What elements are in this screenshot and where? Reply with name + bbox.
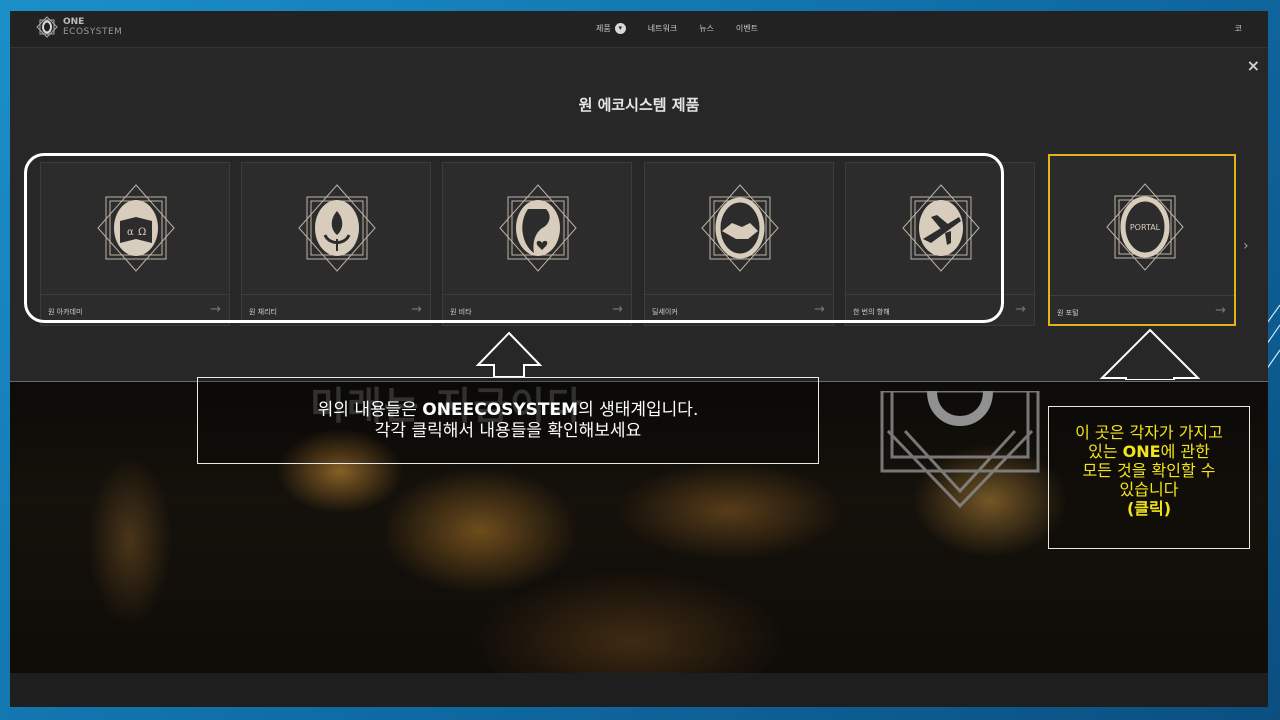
- callout-bold-text: ONE: [1122, 442, 1161, 461]
- callout-line: (클릭): [1126, 499, 1172, 518]
- product-card-one-portal[interactable]: PORTAL 원 포털 →: [1048, 154, 1236, 326]
- arrow-right-icon: →: [1215, 303, 1226, 318]
- brand-name: ONE: [63, 17, 85, 27]
- nav-item-events[interactable]: 이벤트: [736, 23, 758, 34]
- callout-text: 있는: [1088, 442, 1123, 461]
- callout-text: 에 관한: [1160, 442, 1210, 461]
- callout-line: 있습니다: [1119, 480, 1179, 499]
- portal-emblem-text: PORTAL: [1130, 223, 1161, 232]
- chevron-down-icon: ▾: [614, 23, 626, 34]
- arrow-up-icon: [475, 331, 543, 378]
- callout-line: 이 곳은 각자가 가지고: [1075, 423, 1223, 442]
- one-ecosystem-logo-icon: [36, 16, 58, 38]
- panel-title: 원 에코시스템 제품: [578, 96, 700, 114]
- footer-bar: [10, 673, 1268, 707]
- callout-bold-text: ONEECOSYSTEM: [422, 400, 579, 420]
- ecosystem-highlight-frame: [24, 153, 1004, 323]
- card-divider: [1050, 295, 1234, 296]
- arrow-up-icon: [1099, 328, 1201, 380]
- nav-item-network[interactable]: 네트워크: [648, 23, 677, 34]
- callout-text: 위의 내용들은: [317, 400, 423, 420]
- brand-logo[interactable]: ONE ECOSYSTEM: [36, 16, 122, 38]
- top-navbar: ONE ECOSYSTEM 제품 ▾ 네트워크 뉴스 이벤트 코: [10, 11, 1268, 48]
- nav-item-products-label: 제품: [596, 24, 611, 33]
- portal-icon: PORTAL: [1106, 183, 1184, 271]
- nav-item-products[interactable]: 제품 ▾: [596, 23, 626, 34]
- callout-line: 모든 것을 확인할 수: [1082, 461, 1216, 480]
- callout-line: 있는 ONE에 관한: [1049, 442, 1249, 461]
- brand-subname: ECOSYSTEM: [63, 27, 123, 37]
- carousel-next-icon[interactable]: ›: [1243, 238, 1249, 254]
- callout-line: 각각 클릭해서 내용들을 확인해보세요: [374, 421, 642, 441]
- nav-item-news[interactable]: 뉴스: [699, 23, 714, 34]
- ecosystem-callout: 위의 내용들은 ONEECOSYSTEM의 생태계입니다. 각각 클릭해서 내용…: [197, 377, 819, 464]
- portal-callout: 이 곳은 각자가 가지고 있는 ONE에 관한 모든 것을 확인할 수 있습니다…: [1048, 406, 1250, 549]
- callout-line: 위의 내용들은 ONEECOSYSTEM의 생태계입니다.: [198, 400, 818, 421]
- background-logo-icon: [880, 391, 1040, 509]
- close-icon[interactable]: ×: [1247, 56, 1260, 75]
- language-selector[interactable]: 코: [1235, 23, 1242, 34]
- arrow-right-icon: →: [1015, 302, 1026, 317]
- nav-menu: 제품 ▾ 네트워크 뉴스 이벤트: [596, 23, 780, 34]
- product-card-label: 원 포털: [1057, 309, 1079, 317]
- callout-text: 의 생태계입니다.: [578, 400, 699, 420]
- browser-screen: 미래는 지금이다 ONE ECOSYSTEM 제품 ▾ 네트워크 뉴스 이벤트 …: [10, 11, 1268, 707]
